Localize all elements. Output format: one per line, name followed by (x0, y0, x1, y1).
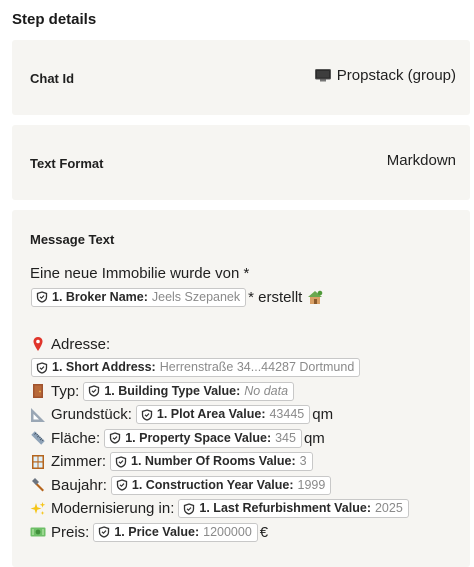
message-intro: Eine neue Immobilie wurde von * (30, 265, 250, 282)
row-label: Adresse: (51, 335, 111, 353)
pill-label: 1. Plot Area Value: (156, 407, 266, 421)
pill-value: 345 (275, 430, 296, 445)
pill-label: 1. Price Value: (114, 524, 200, 539)
shield-icon (99, 526, 110, 538)
text-format-value: Markdown (386, 152, 456, 169)
variable-pill[interactable]: 1. Short Address: Herrenstraße 34...44287… (31, 358, 361, 378)
pill-value: Jeels Szepanek (151, 289, 241, 304)
pill-value: Herrenstraße 34...44287 Dortmund (159, 360, 355, 374)
pill-label: 1. Short Address: (52, 360, 156, 374)
pin-icon (33, 337, 43, 352)
row-label: Grundstück: (51, 406, 132, 423)
pill-label: 1. Last Refurbishment Value: (199, 501, 371, 515)
pill-value: No data (244, 383, 289, 398)
row-suffix: qm (303, 429, 325, 447)
shield-icon (184, 503, 195, 515)
sparkles-icon (30, 501, 46, 515)
message-body: Eine neue Immobilie wurde von * 1. Broke… (30, 262, 460, 544)
chat-id-value: Propstack (group) (314, 67, 456, 84)
chat-id-text: Propstack (group) (336, 67, 456, 84)
variable-pill[interactable]: 1. Price Value: 1200000 (93, 522, 258, 542)
shield-icon (110, 432, 121, 444)
pill-label: 1. Number Of Rooms Value: (131, 454, 296, 468)
variable-pill[interactable]: 1. Last Refurbishment Value: 2025 (178, 499, 409, 519)
message-created-text: * erstellt (248, 288, 303, 306)
page-title: Step details (12, 11, 97, 28)
row-suffix: € (259, 523, 269, 541)
message-row: Adresse: (30, 333, 460, 357)
message-text-label: Message Text (30, 232, 115, 247)
message-row: Baujahr: 1. Construction Year Value: 1999 (30, 474, 460, 498)
pill-label: 1. Building Type Value: (104, 383, 241, 398)
pill-value: 2025 (374, 501, 403, 515)
message-row: 1. Short Address: Herrenstraße 34...44287… (30, 356, 460, 380)
message-row: Typ: 1. Building Type Value: No data (30, 380, 460, 404)
broker-name-pill[interactable]: 1. Broker Name: Jeels Szepanek (31, 287, 247, 307)
monitor-icon (314, 69, 331, 82)
money-icon (30, 527, 46, 537)
row-label: Baujahr: (51, 476, 107, 494)
row-label: Modernisierung in: (51, 500, 175, 517)
shield-icon (115, 456, 127, 468)
message-row: Grundstück: 1. Plot Area Value: 43445 qm (30, 403, 460, 427)
row-label: Typ: (51, 382, 80, 400)
message-text-field[interactable]: Message Text Eine neue Immobilie wurde v… (12, 210, 470, 567)
door-icon (33, 384, 43, 399)
message-row: Modernisierung in: 1. Last Refurbishment … (30, 497, 460, 521)
message-intro-line: Eine neue Immobilie wurde von * (30, 262, 460, 286)
shield-icon (36, 362, 48, 374)
variable-pill[interactable]: 1. Property Space Value: 345 (104, 428, 302, 448)
pill-value: 43445 (269, 407, 305, 421)
window-icon (32, 454, 44, 469)
chat-id-field[interactable]: Chat Id Propstack (group) (12, 40, 470, 115)
chat-id-label: Chat Id (30, 71, 75, 86)
message-row: Fläche: 1. Property Space Value: 345 qm (30, 427, 460, 451)
row-label: Zimmer: (51, 453, 106, 470)
row-suffix: qm (312, 406, 334, 423)
row-label: Fläche: (51, 429, 101, 447)
variable-pill[interactable]: 1. Number Of Rooms Value: 3 (110, 452, 313, 472)
ruler-icon (31, 431, 45, 445)
message-broker-line: 1. Broker Name: Jeels Szepanek * erstell… (30, 286, 460, 310)
text-format-field[interactable]: Text Format Markdown (12, 125, 470, 200)
shield-icon (116, 479, 128, 491)
variable-pill[interactable]: 1. Plot Area Value: 43445 (135, 405, 311, 425)
pill-label: 1. Construction Year Value: (131, 477, 294, 492)
variable-pill[interactable]: 1. Building Type Value: No data (83, 381, 295, 401)
shield-icon (141, 409, 153, 421)
pill-value: 1999 (297, 477, 326, 492)
pill-value: 1200000 (203, 524, 252, 539)
pill-label: 1. Broker Name: (52, 289, 148, 304)
hammer-icon (32, 478, 44, 492)
shield-icon (36, 291, 48, 303)
message-row: Preis: 1. Price Value: 1200000 € (30, 521, 460, 545)
text-format-label: Text Format (30, 156, 104, 171)
triangle-ruler-icon (31, 407, 45, 422)
house-icon (308, 290, 323, 305)
pill-value: 3 (299, 454, 307, 468)
row-label: Preis: (51, 523, 90, 541)
variable-pill[interactable]: 1. Construction Year Value: 1999 (110, 475, 332, 495)
shield-icon (89, 385, 100, 397)
pill-label: 1. Property Space Value: (125, 430, 272, 445)
message-row: Zimmer: 1. Number Of Rooms Value: 3 (30, 450, 460, 474)
